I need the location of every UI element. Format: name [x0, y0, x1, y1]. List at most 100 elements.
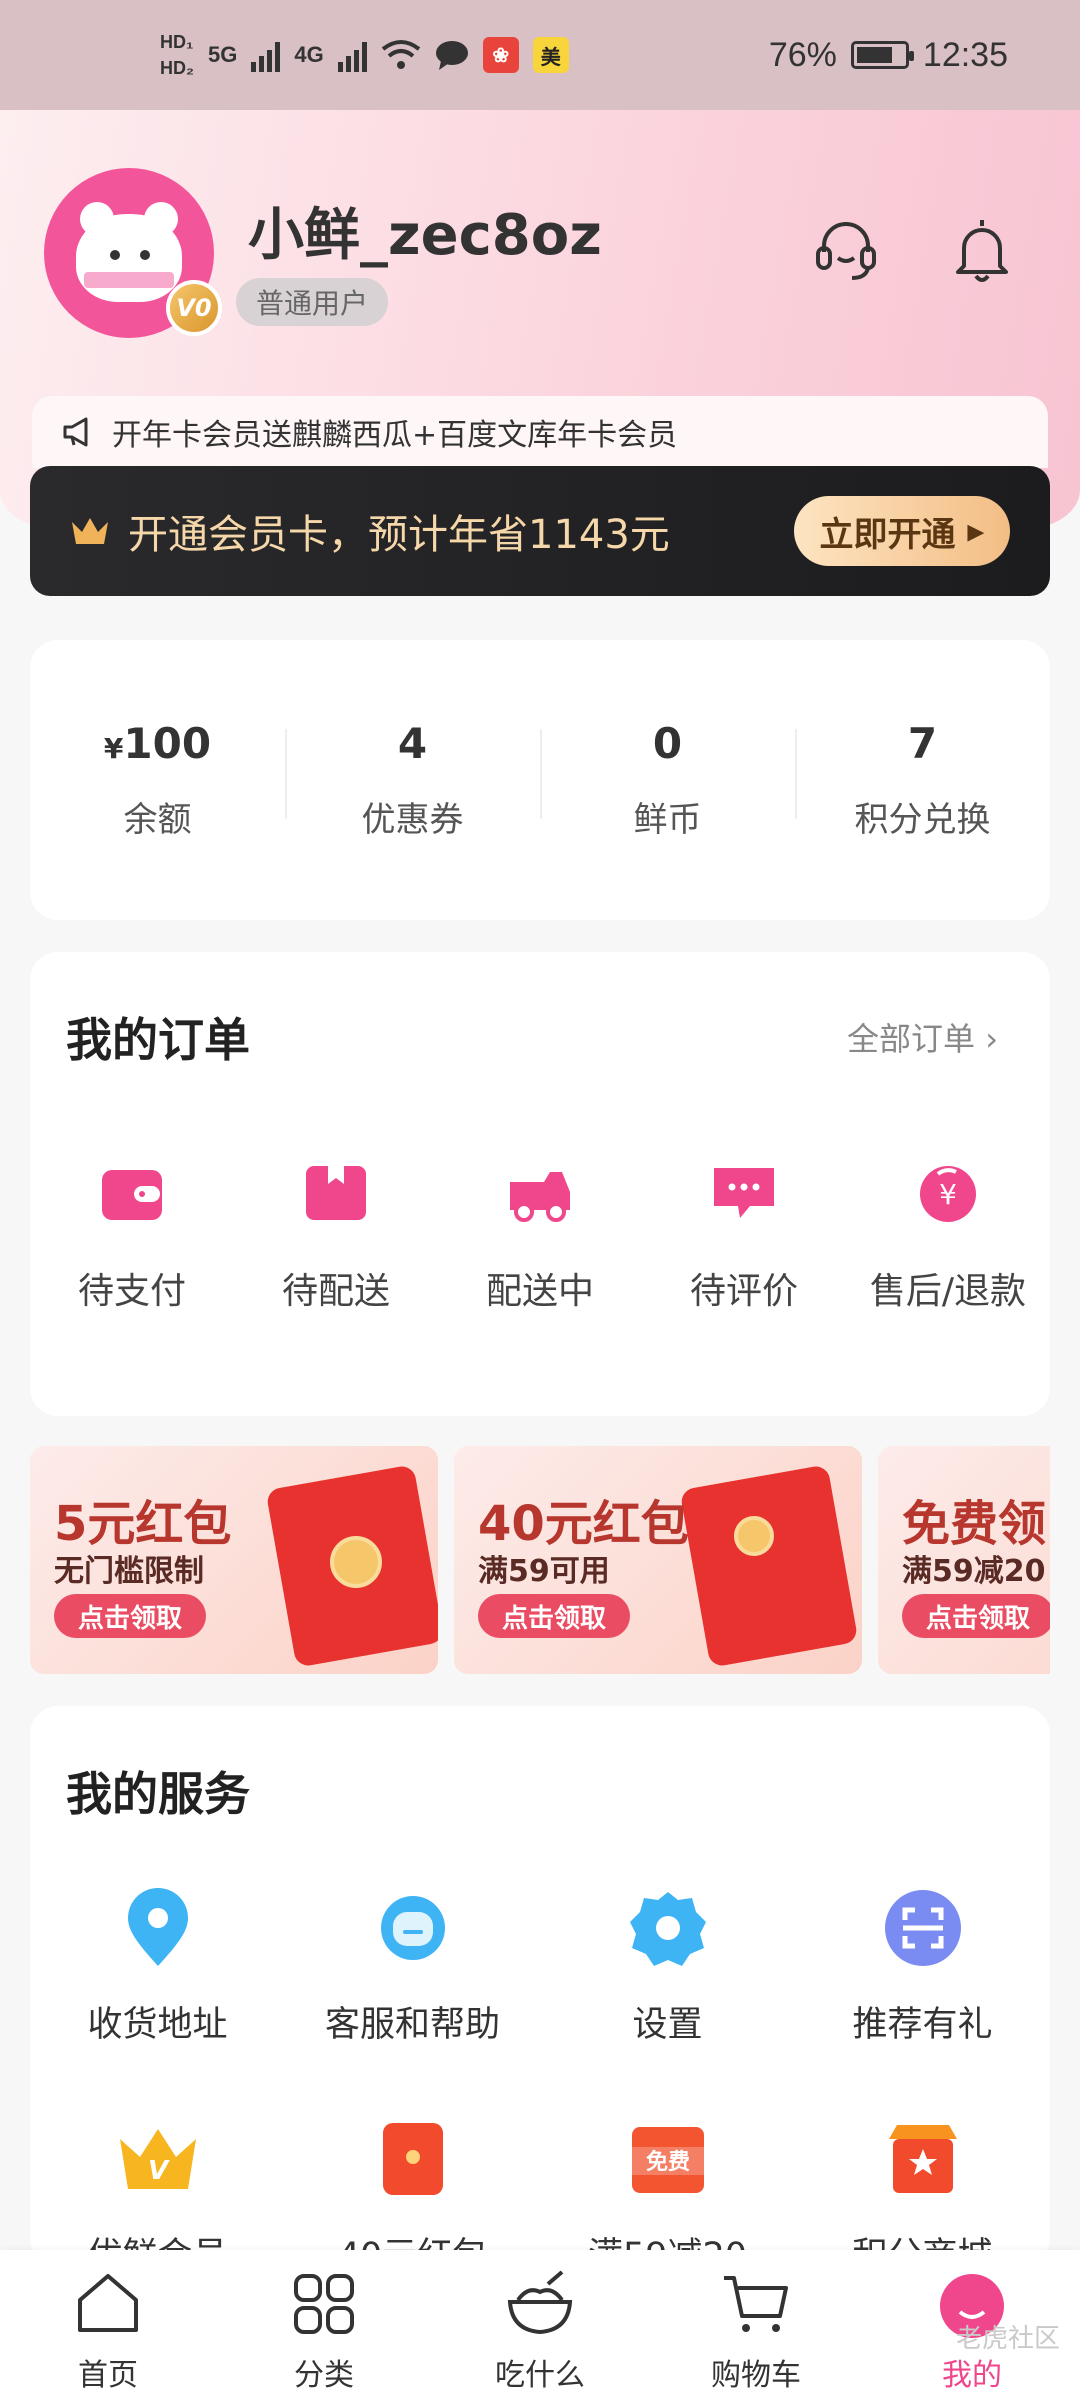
- banner-subtitle: 无门槛限制: [54, 1554, 204, 1589]
- order-pending-review[interactable]: 待评价: [642, 1162, 846, 1314]
- coupon-banner[interactable]: 5元红包 无门槛限制 点击领取: [30, 1446, 438, 1674]
- user-tier-badge: 普通用户: [236, 278, 389, 326]
- claim-button[interactable]: 点击领取: [478, 1594, 631, 1638]
- crown-icon: [72, 518, 108, 544]
- stat-balance[interactable]: ¥100 余额: [30, 719, 285, 841]
- order-label: 待配送: [281, 1271, 390, 1312]
- coupon-banner[interactable]: 40元红包 满59可用 点击领取: [454, 1446, 862, 1674]
- order-label: 配送中: [485, 1271, 594, 1312]
- red-packet-icon: [382, 2123, 443, 2195]
- tab-label: 购物车: [711, 2358, 801, 2393]
- hd1-label: HD₁: [160, 32, 194, 52]
- tab-what-to-eat[interactable]: 吃什么: [432, 2250, 648, 2400]
- stat-points[interactable]: 7 积分兑换: [795, 719, 1050, 841]
- service-settings[interactable]: 设置: [540, 1886, 795, 2047]
- stat-value: 100: [123, 719, 212, 768]
- orders-title: 我的订单: [66, 1013, 250, 1067]
- meituan-app-icon: 美: [532, 37, 569, 73]
- stat-fresh-coins[interactable]: 0 鲜币: [540, 719, 795, 841]
- stat-value: 0: [652, 719, 683, 768]
- battery-icon: [850, 41, 914, 69]
- coupon-banner-carousel: 5元红包 无门槛限制 点击领取 40元红包 满59可用 点击领取 免费领 满59…: [30, 1446, 1050, 1674]
- comment-icon: [714, 1168, 774, 1218]
- svg-text:¥: ¥: [939, 1178, 957, 1211]
- all-orders-link[interactable]: 全部订单 ›: [847, 1014, 998, 1060]
- claim-button[interactable]: 点击领取: [902, 1594, 1050, 1638]
- shopping-cart-icon: [724, 2276, 788, 2332]
- stat-value: 4: [397, 719, 428, 768]
- banner-title: 40元红包: [478, 1496, 689, 1552]
- megaphone-icon: [63, 417, 88, 447]
- home-icon: [78, 2274, 138, 2332]
- order-pending-payment[interactable]: 待支付: [30, 1162, 234, 1314]
- vip-promo-text: 开通会员卡，预计年省1143元: [128, 512, 670, 558]
- tab-category[interactable]: 分类: [216, 2250, 432, 2400]
- customer-service-icon: [380, 1896, 445, 1960]
- order-pending-delivery[interactable]: 待配送: [234, 1162, 438, 1314]
- coupon-banner[interactable]: 免费领 满59减20 点击领取: [878, 1446, 1050, 1674]
- order-label: 待评价: [689, 1271, 798, 1312]
- refund-icon: ¥: [920, 1166, 976, 1222]
- order-after-sales[interactable]: ¥ 售后/退款: [846, 1162, 1050, 1314]
- level-badge: V0: [166, 280, 222, 336]
- box-icon: [306, 1166, 366, 1220]
- rice-bowl-icon: [507, 2270, 573, 2335]
- open-vip-label: 立即开通: [819, 514, 956, 555]
- service-address[interactable]: 收货地址: [30, 1886, 285, 2047]
- network-4g-label: 4G: [294, 42, 324, 67]
- bottom-tab-bar: 首页 分类 吃什么 购物车 我的: [0, 2250, 1080, 2400]
- service-label: 收货地址: [87, 2005, 228, 2045]
- settings-gear-icon: [629, 1892, 706, 1966]
- my-orders-card: 我的订单 全部订单 › 待支付 待配送 配送中 待评价 ¥ 售后/退款: [30, 952, 1050, 1416]
- hd-indicator: HD₁ HD₂: [160, 29, 194, 81]
- stat-coupons[interactable]: 4 优惠券: [285, 719, 540, 841]
- svg-text:免费: 免费: [645, 2149, 689, 2175]
- stat-value: 7: [907, 719, 938, 768]
- category-grid-icon: [294, 2274, 354, 2334]
- service-label: 推荐有礼: [852, 2005, 993, 2045]
- free-coupon-icon: 免费: [631, 2127, 704, 2193]
- points-mall-icon: [888, 2125, 957, 2193]
- banner-subtitle: 满59减20: [902, 1554, 1046, 1589]
- hd2-label: HD₂: [160, 58, 194, 78]
- promo-notice[interactable]: 开年卡会员送麒麟西瓜+百度文库年卡会员: [32, 396, 1048, 468]
- currency-symbol: ¥: [103, 732, 124, 765]
- stat-label: 积分兑换: [854, 800, 991, 840]
- clock: 12:35: [922, 35, 1008, 74]
- tab-label: 我的: [942, 2358, 1002, 2393]
- delivery-truck-icon: [510, 1172, 570, 1222]
- vip-crown-icon: V: [119, 2129, 196, 2189]
- stat-label: 鲜币: [633, 800, 702, 840]
- tab-label: 首页: [78, 2358, 138, 2393]
- services-title: 我的服务: [66, 1767, 250, 1821]
- claim-button[interactable]: 点击领取: [54, 1594, 207, 1638]
- banner-title: 5元红包: [54, 1496, 232, 1552]
- open-vip-button[interactable]: 立即开通 ▸: [794, 496, 1010, 566]
- huawei-app-icon: ❀: [482, 37, 519, 73]
- stat-label: 余额: [123, 800, 192, 840]
- banner-title: 免费领: [902, 1496, 1047, 1552]
- username[interactable]: 小鲜_zec8oz: [248, 190, 602, 271]
- message-icon: [435, 41, 468, 70]
- tab-label: 分类: [294, 2358, 354, 2393]
- wallet-stats-card: ¥100 余额 4 优惠券 0 鲜币 7 积分兑换: [30, 640, 1050, 920]
- service-help[interactable]: 客服和帮助: [285, 1886, 540, 2047]
- headset-icon[interactable]: [808, 212, 884, 288]
- order-label: 售后/退款: [869, 1271, 1027, 1312]
- all-orders-label: 全部订单: [847, 1020, 976, 1058]
- watermark: 老虎社区: [955, 2324, 1060, 2354]
- battery-percent: 76%: [768, 35, 837, 74]
- tab-cart[interactable]: 购物车: [648, 2250, 864, 2400]
- order-label: 待支付: [77, 1271, 186, 1312]
- bell-icon[interactable]: [944, 212, 1020, 288]
- notice-text: 开年卡会员送麒麟西瓜+百度文库年卡会员: [112, 418, 678, 453]
- tab-label: 吃什么: [495, 2358, 585, 2393]
- wallet-icon: [102, 1170, 162, 1220]
- service-referral[interactable]: 推荐有礼: [795, 1886, 1050, 2047]
- stat-label: 优惠券: [361, 800, 464, 840]
- tab-home[interactable]: 首页: [0, 2250, 216, 2400]
- order-delivering[interactable]: 配送中: [438, 1162, 642, 1314]
- status-bar: HD₁ HD₂ 5G 4G ❀ 美 76% 12:35: [0, 0, 1080, 110]
- signal-icon: [251, 38, 281, 72]
- vip-membership-bar[interactable]: 开通会员卡，预计年省1143元 立即开通 ▸: [30, 466, 1050, 596]
